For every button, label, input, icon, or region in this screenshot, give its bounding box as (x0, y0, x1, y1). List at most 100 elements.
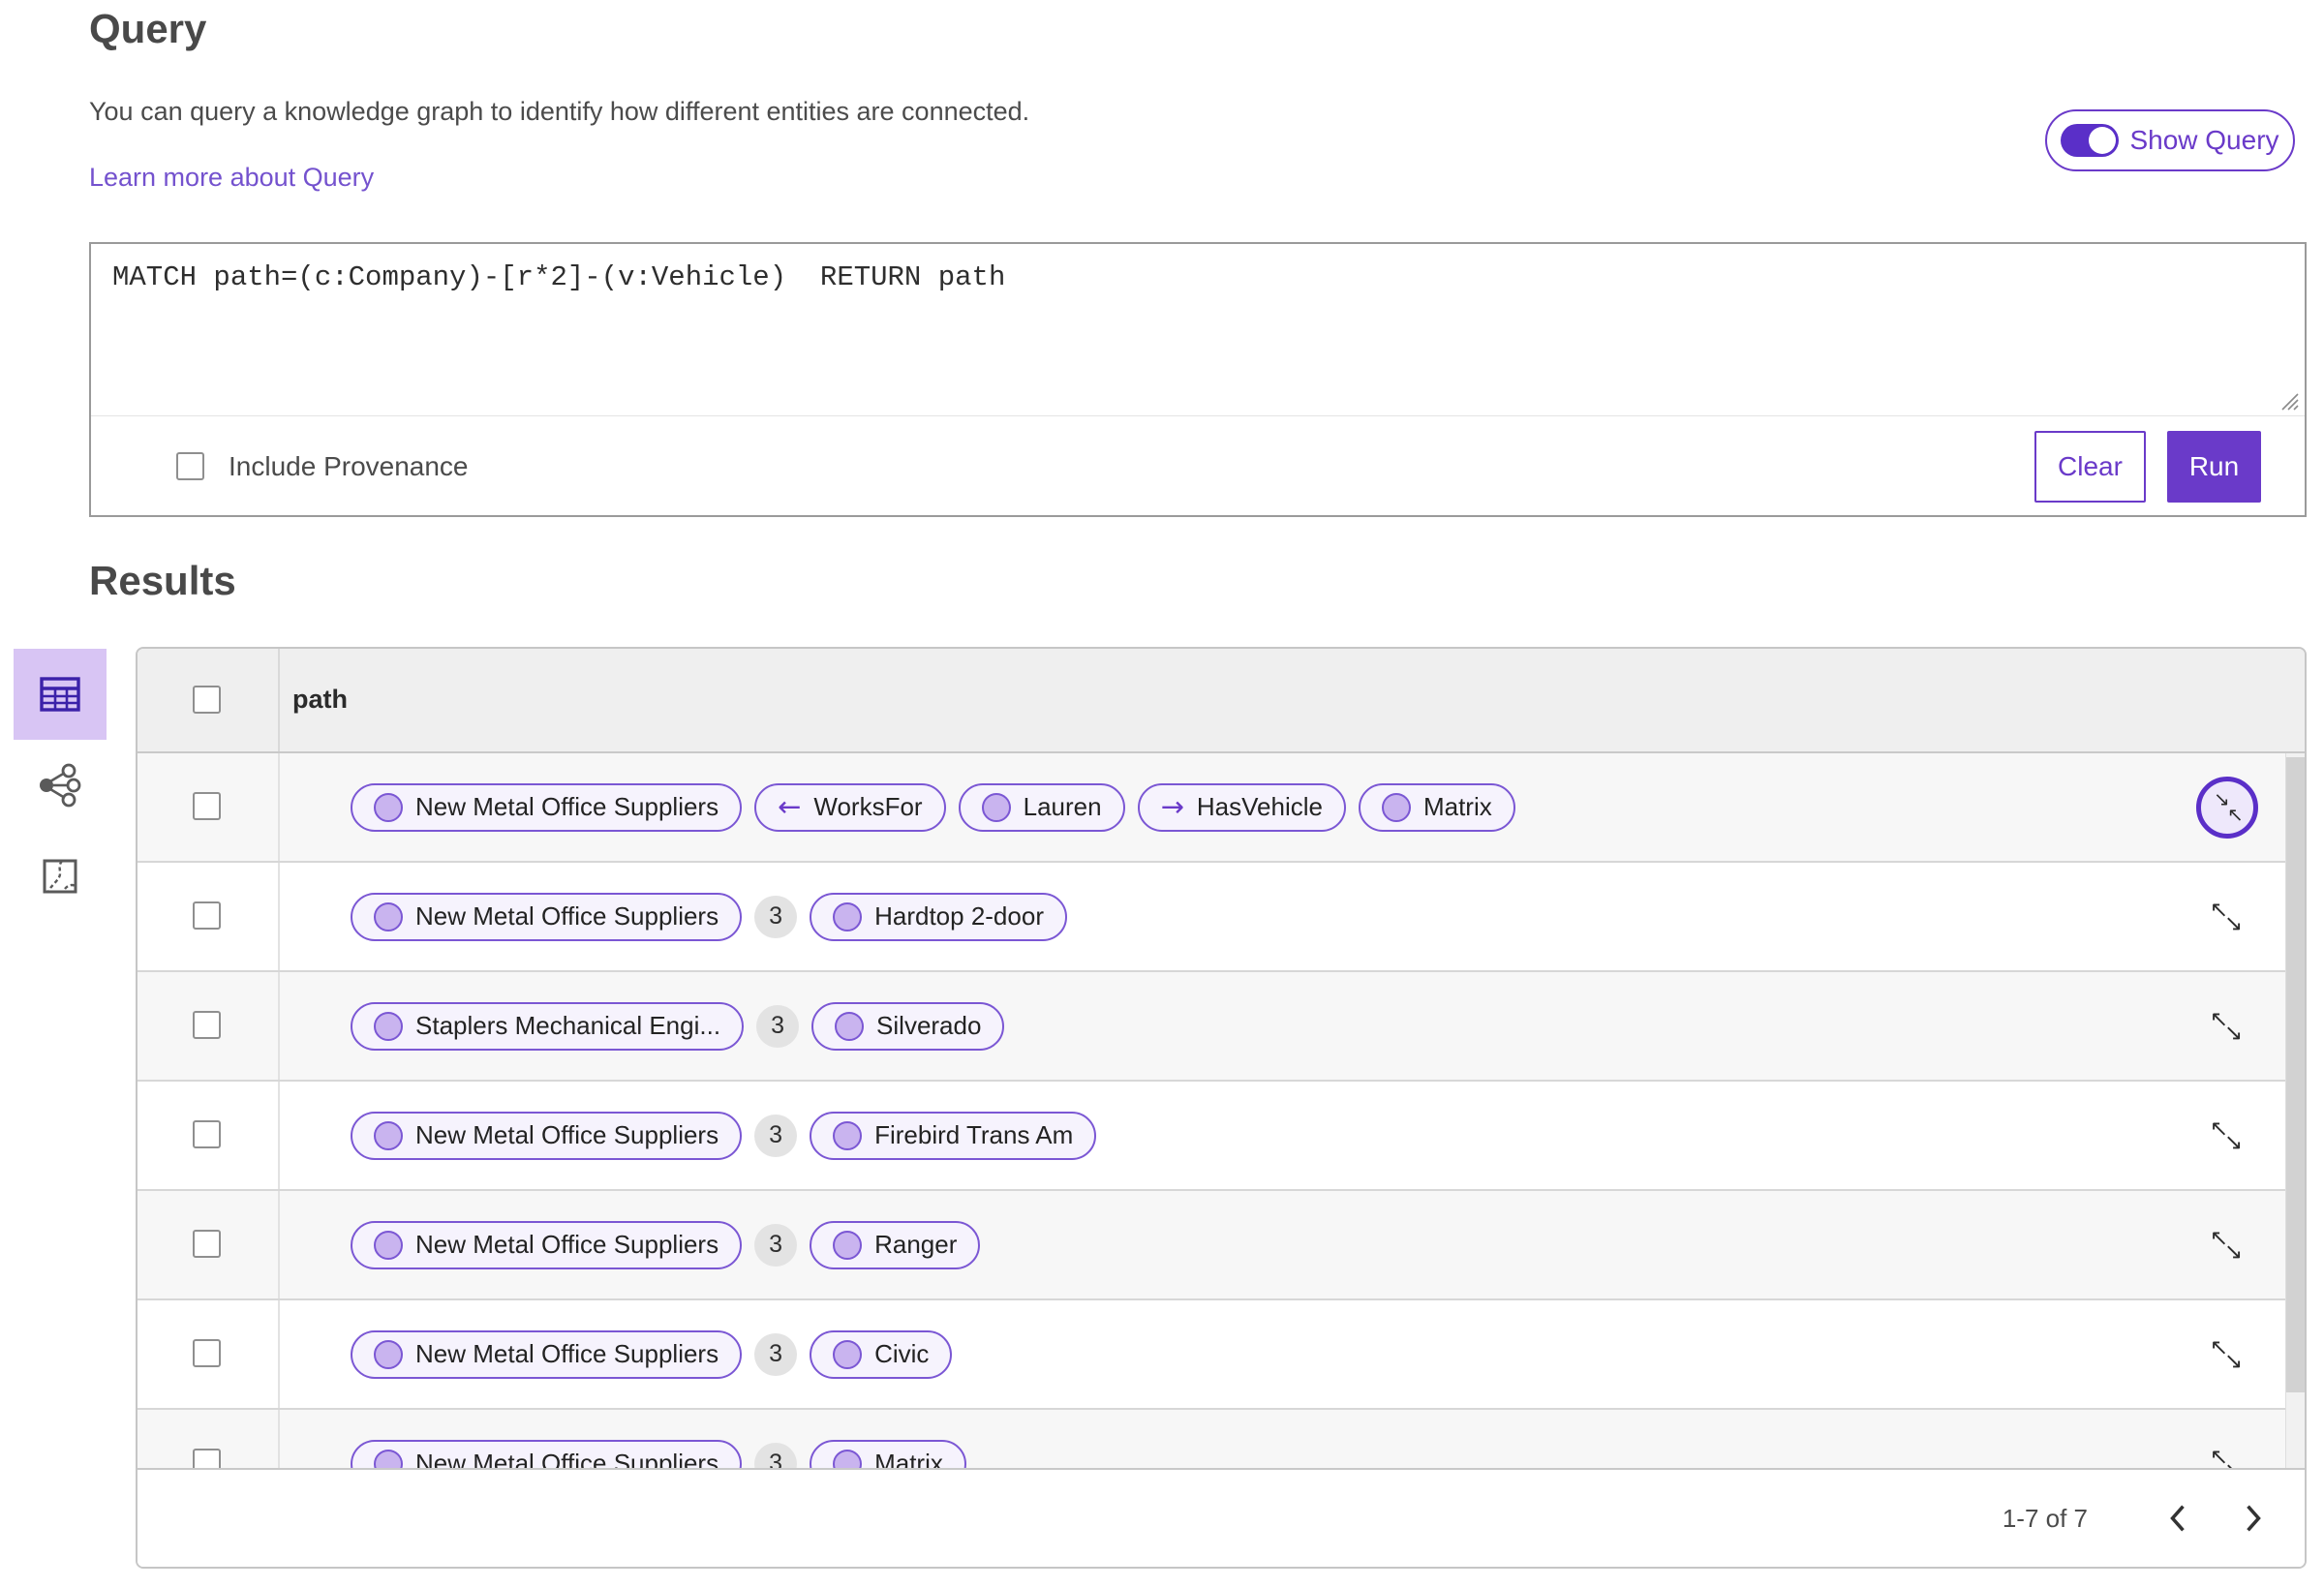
path-length-badge: 3 (754, 1223, 798, 1267)
entity-label: New Metal Office Suppliers (415, 1339, 719, 1368)
table-scrollbar[interactable] (2285, 753, 2305, 1470)
entity-pill[interactable]: Matrix (1358, 782, 1515, 832)
entity-node-icon (374, 1011, 403, 1041)
expand-row-button[interactable]: ↖↘ (2210, 1009, 2247, 1046)
results-table: path New Metal Office Suppliers ← WorksFor… (136, 647, 2307, 1569)
entity-label: Civic (874, 1339, 930, 1368)
entity-pill[interactable]: Civic (810, 1329, 953, 1379)
table-row: New Metal Office Suppliers ← WorksFor Laure… (138, 753, 2305, 863)
entity-label: New Metal Office Suppliers (415, 792, 719, 821)
results-rows: New Metal Office Suppliers ← WorksFor Laure… (138, 753, 2305, 1519)
table-row: Staplers Mechanical Engi... 3 Silverado ↖ ↘ (138, 972, 2305, 1082)
results-view-sidebar (14, 649, 107, 922)
link-chart-view-icon (40, 763, 81, 808)
entity-node-icon (833, 1339, 863, 1369)
scrollbar-thumb[interactable] (2286, 757, 2305, 1392)
relationship-pill[interactable]: → HasVehicle (1137, 782, 1346, 832)
row-checkbox[interactable] (193, 1230, 221, 1258)
results-title: Results (89, 558, 236, 603)
row-checkbox[interactable] (193, 792, 221, 820)
clear-button[interactable]: Clear (2034, 430, 2146, 503)
path-cell: New Metal Office Suppliers 3 Ranger (351, 1191, 981, 1298)
table-row: New Metal Office Suppliers 3 Hardtop 2-doo… (138, 863, 2305, 972)
entity-label: New Metal Office Suppliers (415, 901, 719, 931)
entity-pill[interactable]: New Metal Office Suppliers (351, 1220, 743, 1269)
run-button[interactable]: Run (2167, 430, 2261, 503)
chevron-left-icon (2170, 1505, 2185, 1532)
path-cell: New Metal Office Suppliers 3 Hardtop 2-doo… (351, 863, 1067, 970)
query-input[interactable]: MATCH path=(c:Company)-[r*2]-(v:Vehicle)… (91, 244, 2305, 416)
entity-pill[interactable]: Staplers Mechanical Engi... (351, 1001, 745, 1051)
relationship-label: WorksFor (813, 792, 923, 821)
select-all-checkbox[interactable] (193, 686, 221, 714)
column-divider (278, 1191, 280, 1298)
entity-pill[interactable]: New Metal Office Suppliers (351, 1111, 743, 1160)
entity-node-icon (981, 792, 1011, 822)
row-checkbox[interactable] (193, 1120, 221, 1148)
row-checkbox[interactable] (193, 1011, 221, 1039)
chevron-right-icon (2247, 1505, 2261, 1532)
entity-pill[interactable]: Silverado (811, 1001, 1005, 1051)
collapse-row-button[interactable]: ↘ ↖ (2196, 777, 2258, 839)
entity-label: New Metal Office Suppliers (415, 1120, 719, 1149)
column-divider (278, 972, 280, 1080)
sidebar-item-map-view[interactable] (14, 831, 107, 922)
entity-pill[interactable]: New Metal Office Suppliers (351, 1329, 743, 1379)
column-divider (278, 1082, 280, 1189)
expand-row-button[interactable]: ↖↘ (2210, 1337, 2247, 1374)
entity-node-icon (833, 901, 863, 931)
show-query-label: Show Query (2129, 125, 2279, 155)
entity-pill[interactable]: Lauren (958, 782, 1125, 832)
expand-arrow-icon: ↘ (2224, 1021, 2244, 1046)
path-cell: New Metal Office Suppliers 3 Firebird Tran… (351, 1082, 1097, 1189)
entity-pill[interactable]: New Metal Office Suppliers (351, 892, 743, 941)
column-divider (278, 649, 280, 751)
path-cell: New Metal Office Suppliers ← WorksFor Laure… (351, 753, 1515, 861)
column-divider (278, 1300, 280, 1408)
expand-row-button[interactable]: ↖↘ (2210, 900, 2247, 936)
row-checkbox[interactable] (193, 901, 221, 930)
path-cell: New Metal Office Suppliers 3 Civic (351, 1300, 953, 1408)
pagination-range-label: 1-7 of 7 (2002, 1503, 2088, 1533)
include-provenance-checkbox[interactable] (176, 452, 204, 480)
entity-pill[interactable]: Ranger (810, 1220, 981, 1269)
query-footer: Include Provenance Clear Run (91, 417, 2305, 515)
relationship-label: HasVehicle (1196, 792, 1323, 821)
expand-row-button[interactable]: ↖↘ (2210, 1228, 2247, 1265)
learn-more-link[interactable]: Learn more about Query (89, 163, 374, 193)
include-provenance-label: Include Provenance (229, 450, 469, 481)
entity-label: New Metal Office Suppliers (415, 1230, 719, 1259)
show-query-toggle[interactable]: Show Query (2045, 109, 2295, 171)
entity-label: Hardtop 2-door (874, 901, 1044, 931)
sidebar-item-link-chart-view[interactable] (14, 740, 107, 831)
query-page: Query You can query a knowledge graph to… (0, 0, 2324, 1588)
table-header: path (138, 649, 2305, 753)
toggle-switch-icon[interactable] (2061, 124, 2120, 157)
path-length-badge: 3 (756, 1004, 800, 1048)
entity-pill[interactable]: New Metal Office Suppliers (351, 782, 743, 832)
expand-arrow-icon: ↘ (2224, 911, 2244, 936)
entity-label: Ranger (874, 1230, 958, 1259)
table-row: New Metal Office Suppliers 3 Ranger ↖ ↘ (138, 1191, 2305, 1300)
path-length-badge: 3 (754, 1114, 798, 1157)
entity-label: Firebird Trans Am (874, 1120, 1074, 1149)
next-page-button[interactable] (2237, 1499, 2270, 1538)
path-cell: Staplers Mechanical Engi... 3 Silverado (351, 972, 1005, 1080)
query-editor-panel: MATCH path=(c:Company)-[r*2]-(v:Vehicle)… (89, 242, 2307, 517)
column-divider (278, 753, 280, 861)
entity-pill[interactable]: Hardtop 2-door (810, 892, 1067, 941)
previous-page-button[interactable] (2161, 1499, 2194, 1538)
row-checkbox[interactable] (193, 1339, 221, 1367)
entity-node-icon (374, 792, 403, 822)
relationship-pill[interactable]: ← WorksFor (754, 782, 946, 832)
table-view-icon (40, 677, 80, 712)
entity-node-icon (374, 1230, 403, 1260)
page-title: Query (89, 6, 207, 51)
map-view-icon (43, 859, 77, 894)
query-description: You can query a knowledge graph to ident… (89, 97, 1030, 126)
expand-row-button[interactable]: ↖↘ (2210, 1118, 2247, 1155)
sidebar-item-table-view[interactable] (14, 649, 107, 740)
entity-node-icon (835, 1011, 865, 1041)
entity-pill[interactable]: Firebird Trans Am (810, 1111, 1097, 1160)
entity-label: Staplers Mechanical Engi... (415, 1011, 721, 1040)
